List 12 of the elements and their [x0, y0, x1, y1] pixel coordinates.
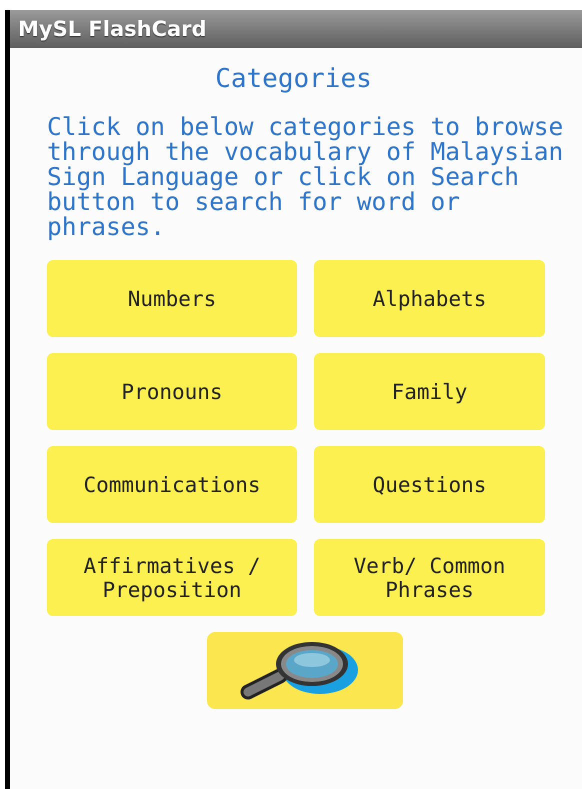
category-button[interactable]: Alphabets — [314, 260, 545, 337]
category-button[interactable]: Family — [314, 353, 545, 430]
category-button[interactable]: Questions — [314, 446, 545, 523]
page-heading: Categories — [214, 64, 373, 94]
category-button[interactable]: Pronouns — [47, 353, 297, 430]
category-button[interactable]: Affirmatives / Preposition — [47, 539, 297, 616]
window-title: MySL FlashCard — [18, 17, 207, 41]
category-button[interactable]: Numbers — [47, 260, 297, 337]
instructions-text: Click on below categories to browse through the vocabulary of Malaysian Sign Language or click on Search button to search for word or phrases. — [47, 114, 564, 239]
category-button[interactable]: Communications — [47, 446, 297, 523]
category-button[interactable]: Verb/ Common Phrases — [314, 539, 545, 616]
search-button[interactable] — [207, 632, 403, 709]
